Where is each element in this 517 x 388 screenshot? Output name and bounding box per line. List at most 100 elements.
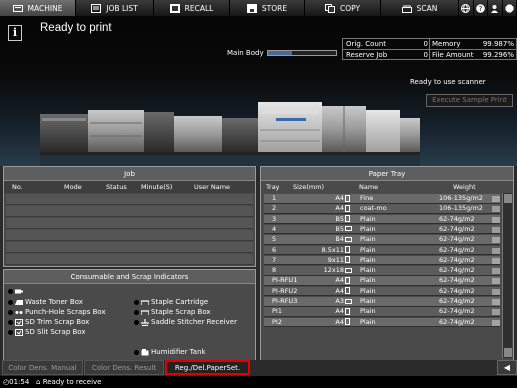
help-button[interactable]: ? — [473, 0, 488, 16]
tray-cell-size: A3 — [335, 297, 344, 305]
tray-row[interactable]: PI-RFU3 A3 Plain 62-74g/m2 — [264, 297, 500, 307]
tray-row[interactable]: 5 B4 Plain 62-74g/m2 — [264, 235, 500, 245]
tray-row[interactable]: 1 A4 Fine 106-135g/m2 — [264, 194, 500, 204]
tab-recall[interactable]: RECALL — [154, 0, 230, 16]
consumable-item-waste-toner: Waste Toner Box — [8, 298, 83, 306]
execute-sample-print-button[interactable]: Execute Sample Print — [426, 94, 513, 107]
reserve-job-label: Reserve Job — [346, 51, 388, 59]
help-icon: ? — [475, 3, 485, 13]
job-col-status: Status — [106, 183, 127, 191]
user-button[interactable] — [488, 0, 503, 16]
consumable-left-4: SD Slit Scrap Box — [25, 328, 86, 336]
tray-cell-size: 9x11 — [327, 255, 344, 264]
printer-system-illustration — [40, 102, 420, 166]
tab-machine[interactable]: MACHINE — [0, 0, 76, 16]
consumable-left-1: Waste Toner Box — [25, 298, 83, 306]
waste-toner-icon — [15, 299, 23, 305]
consumable-item-slit: SD Slit Scrap Box — [8, 328, 86, 336]
scroll-tabs-button[interactable]: ◀ — [497, 360, 517, 375]
staple-icon — [141, 299, 149, 305]
tray-scrollbar[interactable] — [502, 193, 512, 358]
tab-store[interactable]: STORE — [230, 0, 305, 16]
stop-button[interactable] — [502, 0, 517, 16]
paper-stack-icon — [492, 298, 500, 306]
tray-cell-name: Plain — [360, 245, 376, 254]
status-dot-icon — [134, 349, 139, 355]
consumable-item-staple-scrap: Staple Scrap Box — [134, 308, 211, 316]
punch-hole-icon — [15, 310, 23, 314]
job-row[interactable] — [6, 194, 253, 205]
svg-text:?: ? — [478, 5, 482, 13]
status-footer: ◴01:54 ⌂ Ready to receive — [0, 376, 517, 388]
humidifier-tank-icon — [141, 348, 149, 355]
paper-stack-icon — [492, 247, 500, 255]
tab-job-list[interactable]: JOB LIST — [76, 0, 154, 16]
scroll-down-icon[interactable] — [504, 348, 512, 357]
tray-cell-name: coat-mo — [360, 204, 387, 213]
tray-row[interactable]: 6 8.5x11 Plain 62-74g/m2 — [264, 245, 500, 256]
tray-row[interactable]: PI-RFU1 A4 Plain 62-74g/m2 — [264, 276, 500, 286]
tray-cell-weight: 106-135g/m2 — [439, 204, 483, 213]
status-dot-icon — [134, 309, 139, 315]
job-row[interactable] — [6, 242, 253, 253]
paper-tray-panel: Paper Tray Tray Size(mm) Name Weight 1 A4… — [260, 166, 514, 361]
consumable-left-3: SD Trim Scrap Box — [25, 318, 90, 326]
reserve-job-row: Reserve Job 0 — [346, 50, 428, 60]
tray-row[interactable]: 3 B5 Plain 62-74g/m2 — [264, 214, 500, 225]
tab-scan-label: SCAN — [416, 3, 438, 13]
job-col-minutes: Minute(S) — [141, 183, 173, 191]
portrait-paper-icon — [345, 287, 350, 297]
status-dot-icon — [8, 289, 13, 294]
tray-row[interactable]: 8 12x18 Plain 62-74g/m2 — [264, 266, 500, 276]
footer-message-text: Ready to receive — [42, 378, 102, 386]
stop-icon — [505, 4, 514, 12]
job-row[interactable] — [6, 218, 253, 229]
orig-count-row: Orig. Count 0 — [346, 39, 428, 49]
tray-cell-name: Plain — [360, 317, 376, 326]
consumable-item-saddle-stitcher: Saddle Stitcher Receiver — [134, 318, 237, 326]
portrait-paper-icon — [345, 215, 350, 225]
scroll-up-icon[interactable] — [504, 194, 512, 203]
tray-row[interactable]: PI1 A4 Plain 62-74g/m2 — [264, 307, 500, 317]
tray-cell-tray: 2 — [272, 204, 277, 213]
tray-row[interactable]: PI-RFU2 A4 Plain 62-74g/m2 — [264, 286, 500, 297]
tray-cell-tray: 3 — [272, 214, 277, 223]
tray-col-size: Size(mm) — [293, 183, 325, 191]
tab-scan[interactable]: SCAN — [381, 0, 459, 16]
file-amount-row: File Amount 99.296% — [432, 50, 514, 60]
recall-icon — [169, 3, 180, 13]
scanner-status: Ready to use scanner — [410, 78, 486, 86]
tray-row[interactable]: PI2 A4 Plain 62-74g/m2 — [264, 317, 500, 328]
triangle-left-icon: ◀ — [503, 363, 511, 372]
job-row[interactable] — [6, 254, 253, 265]
tray-cell-name: Plain — [360, 307, 376, 316]
job-row[interactable] — [6, 230, 253, 241]
tray-cell-size: A4 — [335, 194, 344, 202]
job-row[interactable] — [6, 206, 253, 217]
tray-cell-tray: PI2 — [272, 317, 282, 326]
tray-cell-weight: 62-74g/m2 — [439, 307, 475, 316]
tab-color-dens-manual[interactable]: Color Dens. Manual — [2, 360, 83, 375]
consumable-item-toner — [8, 288, 25, 295]
tray-row[interactable]: 7 9x11 Plain 62-74g/m2 — [264, 255, 500, 266]
tab-color-dens-result[interactable]: Color Dens. Result — [84, 360, 164, 375]
tray-cell-weight: 62-74g/m2 — [439, 317, 475, 326]
tray-row[interactable]: 2 A4 coat-mo 106-135g/m2 — [264, 204, 500, 214]
tab-reg-del-paper-set[interactable]: Reg./Del.PaperSet. — [165, 360, 250, 375]
tray-cell-tray: PI1 — [272, 307, 282, 316]
globe-button[interactable] — [459, 0, 474, 16]
tray-cell-tray: PI-RFU2 — [272, 286, 298, 295]
receive-icon: ⌂ — [36, 378, 41, 386]
paper-stack-icon — [492, 257, 500, 265]
status-dot-icon — [8, 319, 13, 325]
tray-col-weight: Weight — [453, 183, 476, 191]
consumable-bottom: Humidifier Tank — [151, 348, 206, 356]
tab-copy[interactable]: COPY — [305, 0, 381, 16]
portrait-paper-icon — [345, 246, 350, 256]
tray-row[interactable]: 4 B5 Plain 62-74g/m2 — [264, 224, 500, 235]
job-table-header: No. Mode Status Minute(S) User Name — [4, 181, 255, 193]
tray-cell-weight: 62-74g/m2 — [439, 235, 475, 244]
main-body-level-bar — [267, 50, 337, 56]
toner-icon — [15, 289, 23, 294]
clock-time: 01:54 — [9, 378, 30, 386]
